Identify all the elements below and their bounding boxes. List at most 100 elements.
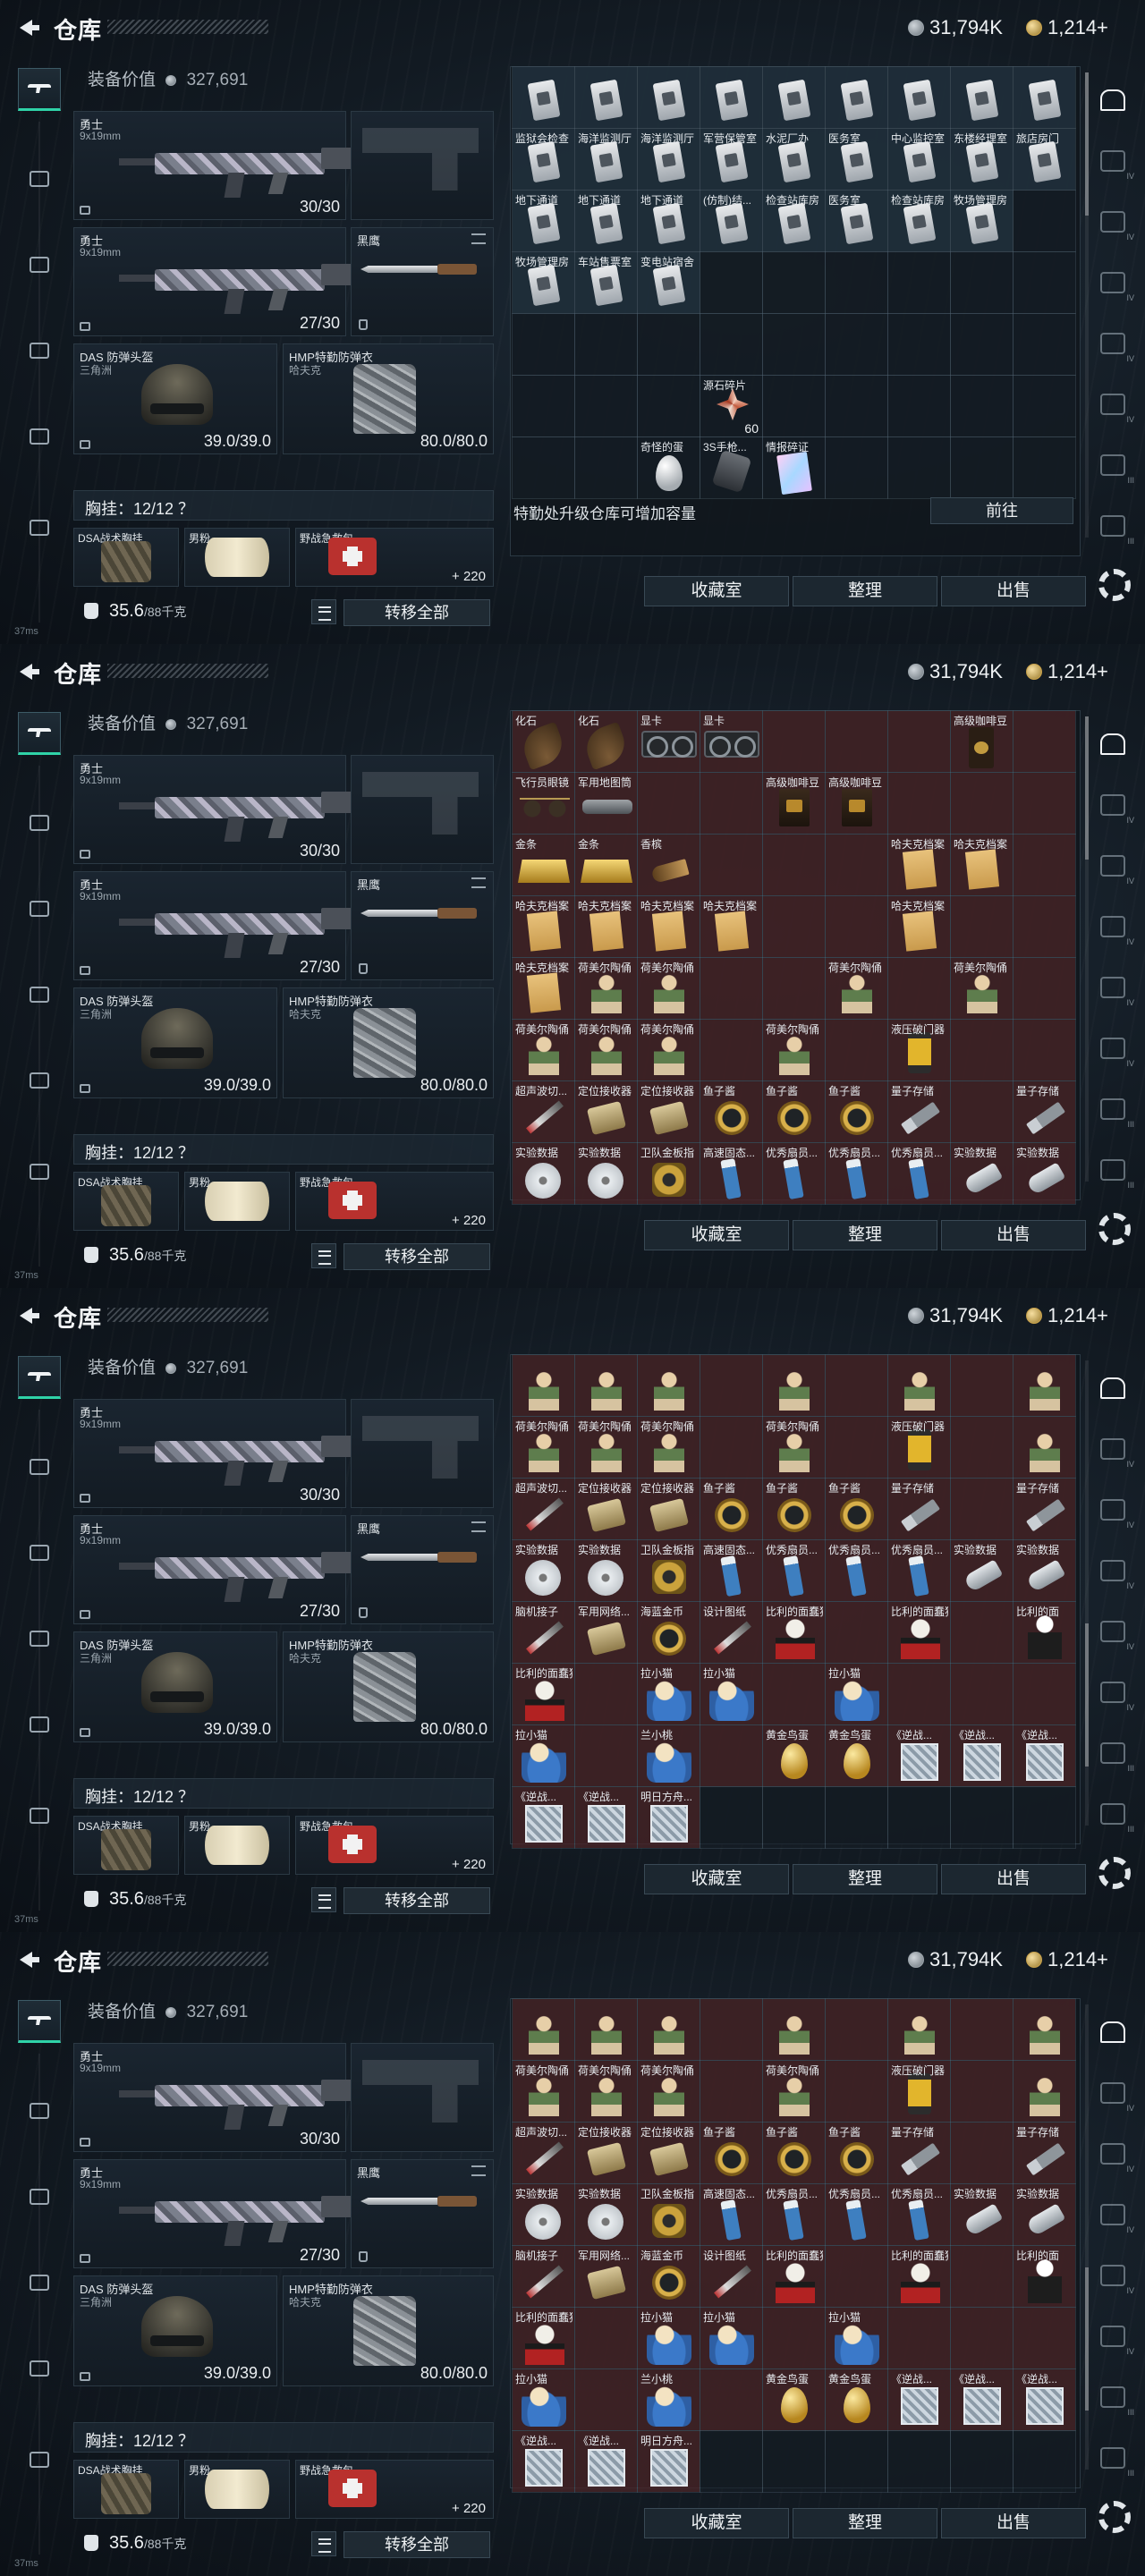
storage-cell[interactable]: 香槟	[637, 834, 700, 896]
storage-cell[interactable]: 化石	[512, 710, 575, 773]
storage-cell[interactable]: 黄金鸟蛋	[825, 2368, 888, 2431]
storage-cell[interactable]	[574, 1663, 638, 1725]
storage-cell[interactable]	[1013, 1354, 1076, 1417]
category-helmet[interactable]	[18, 887, 61, 930]
category-weapons[interactable]	[18, 2000, 61, 2043]
tab-container-4[interactable]: IV	[1088, 318, 1138, 369]
storage-cell[interactable]	[950, 1080, 1014, 1143]
category-case[interactable]	[18, 1794, 61, 1837]
storage-cell[interactable]: 拉小猫	[637, 2307, 700, 2369]
storage-cell[interactable]	[637, 66, 700, 129]
sell-button[interactable]: 出售	[941, 1220, 1086, 1250]
storage-cell[interactable]	[762, 957, 826, 1020]
storage-cell[interactable]: 旅店房门	[1013, 128, 1076, 191]
storage-cell[interactable]	[887, 66, 951, 129]
storage-cell[interactable]	[950, 2430, 1014, 2493]
storage-cell[interactable]: 实验数据	[574, 1142, 638, 1205]
storage-cell[interactable]: 荷美尔陶俑	[762, 2060, 826, 2123]
storage-cell[interactable]	[825, 66, 888, 129]
category-armor[interactable]	[18, 801, 61, 844]
tab-container-6[interactable]: III	[1088, 440, 1138, 490]
storage-cell[interactable]: 鱼子酱	[762, 2122, 826, 2184]
storage-cell[interactable]: 变电站宿舍	[637, 251, 700, 314]
storage-cell[interactable]: 鱼子酱	[762, 1478, 826, 1540]
storage-cell[interactable]	[825, 2060, 888, 2123]
storage-cell[interactable]	[825, 436, 888, 499]
storage-cell[interactable]: 高速固态...	[700, 2183, 763, 2246]
storage-cell[interactable]: 《逆战...	[512, 1786, 575, 1849]
collection-room-button[interactable]: 收藏室	[644, 2508, 789, 2538]
storage-cell[interactable]: 地下通道	[637, 190, 700, 252]
storage-cell[interactable]: 荷美尔陶俑	[637, 957, 700, 1020]
sort-button[interactable]: 整理	[793, 576, 937, 606]
storage-cell[interactable]	[950, 1416, 1014, 1479]
storage-cell[interactable]: 《逆战...	[887, 2368, 951, 2431]
storage-cell[interactable]: 鱼子酱	[700, 1478, 763, 1540]
tab-warehouse[interactable]	[1088, 719, 1138, 769]
storage-cell[interactable]	[825, 2430, 888, 2493]
storage-cell[interactable]: 哈夫克档案	[887, 834, 951, 896]
tab-container-3[interactable]: IV	[1088, 902, 1138, 952]
settings-gear-icon[interactable]	[1093, 1208, 1131, 1245]
storage-cell[interactable]: 超声波切...	[512, 1478, 575, 1540]
helmet-slot[interactable]: DAS 防弹头盔 三角洲 39.0/39.0	[73, 343, 277, 454]
storage-cell[interactable]	[950, 2245, 1014, 2308]
storage-cell[interactable]	[950, 772, 1014, 835]
storage-cell[interactable]	[887, 1354, 951, 1417]
storage-cell[interactable]	[700, 251, 763, 314]
storage-cell[interactable]	[1013, 1663, 1076, 1725]
storage-cell[interactable]	[700, 2060, 763, 2123]
storage-cell[interactable]: 实验数据	[512, 2183, 575, 2246]
storage-cell[interactable]	[762, 2307, 826, 2369]
storage-cell[interactable]: 优秀扇员...	[825, 1142, 888, 1205]
storage-cell[interactable]	[1013, 1786, 1076, 1849]
category-armor[interactable]	[18, 157, 61, 200]
storage-cell[interactable]: 《逆战...	[512, 2430, 575, 2493]
storage-cell[interactable]: 比利的面	[1013, 2245, 1076, 2308]
storage-cell[interactable]: 液压破门器	[887, 1019, 951, 1081]
storage-cell[interactable]	[950, 1663, 1014, 1725]
tab-container-7[interactable]: III	[1088, 1789, 1138, 1839]
storage-cell[interactable]	[512, 436, 575, 499]
tab-warehouse[interactable]	[1088, 1363, 1138, 1413]
storage-cell[interactable]	[825, 1786, 888, 1849]
bag-item[interactable]: 男粉	[184, 2460, 290, 2519]
melee-slot[interactable]: 黑鹰	[351, 2159, 494, 2268]
tab-container-3[interactable]: IV	[1088, 1546, 1138, 1596]
storage-cell[interactable]: 兰小桃	[637, 2368, 700, 2431]
storage-cell[interactable]: 量子存储	[887, 1478, 951, 1540]
storage-cell[interactable]	[574, 1354, 638, 1417]
armor-slot[interactable]: HMP特勤防弹衣 哈夫克 80.0/80.0	[283, 343, 494, 454]
tab-container-1[interactable]: IV	[1088, 1424, 1138, 1474]
tab-container-4[interactable]: IV	[1088, 1606, 1138, 1657]
bag-item[interactable]: 男粉	[184, 1816, 290, 1875]
storage-cell[interactable]: 比利的面蠢狼	[887, 1601, 951, 1664]
storage-cell[interactable]: 优秀扇员...	[762, 1142, 826, 1205]
storage-cell[interactable]: 拉小猫	[700, 1663, 763, 1725]
storage-cell[interactable]: 拉小猫	[512, 2368, 575, 2431]
category-rig[interactable]	[18, 1703, 61, 1746]
transfer-all-button[interactable]: 转移全部	[344, 1887, 490, 1914]
storage-cell[interactable]: 金条	[512, 834, 575, 896]
storage-cell[interactable]: 卫队金板指	[637, 1142, 700, 1205]
storage-cell[interactable]: 飞行员眼镜	[512, 772, 575, 835]
storage-cell[interactable]: 优秀扇员...	[825, 1539, 888, 1602]
medkit-item[interactable]: 野战急救包 + 220	[295, 1172, 494, 1231]
storage-cell[interactable]: 鱼子酱	[700, 2122, 763, 2184]
storage-cell[interactable]: 军营保管室	[700, 128, 763, 191]
storage-cell[interactable]	[574, 1998, 638, 2061]
storage-cell[interactable]	[1013, 436, 1076, 499]
sort-button[interactable]: 整理	[793, 1220, 937, 1250]
storage-cell[interactable]	[700, 2368, 763, 2431]
storage-cell[interactable]: 牧场管理房	[950, 190, 1014, 252]
storage-cell[interactable]: 鱼子酱	[762, 1080, 826, 1143]
sidearm-slot[interactable]	[351, 2043, 494, 2152]
storage-cell[interactable]: 牧场管理房	[512, 251, 575, 314]
storage-cell[interactable]	[762, 1663, 826, 1725]
storage-cell[interactable]	[574, 313, 638, 376]
gold-currency[interactable]: 1,214+	[1026, 1302, 1108, 1329]
storage-cell[interactable]	[887, 313, 951, 376]
category-case[interactable]	[18, 2438, 61, 2481]
storage-cell[interactable]: 《逆战...	[950, 1724, 1014, 1787]
secondary-weapon-slot[interactable]: 勇士 9x19mm 27/30	[73, 1515, 364, 1624]
